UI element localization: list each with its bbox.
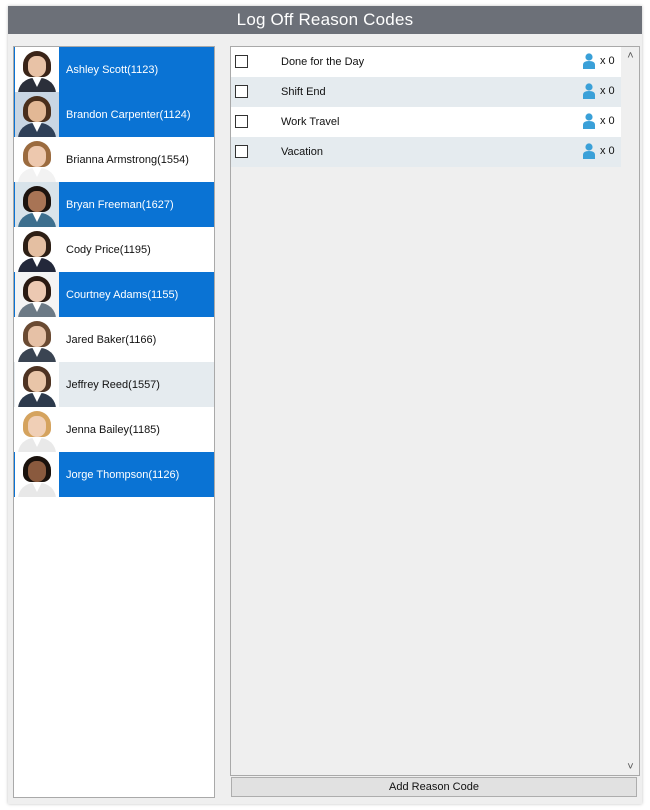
user-avatar (15, 362, 59, 407)
user-name: Bryan Freeman(1627) (66, 198, 174, 211)
reason-code-count: x 0 (600, 55, 615, 67)
user-avatar (15, 317, 59, 362)
user-name: Brianna Armstrong(1554) (66, 153, 189, 166)
user-name: Jenna Bailey(1185) (66, 423, 160, 436)
user-name: Jared Baker(1166) (66, 333, 157, 346)
person-icon (583, 53, 595, 69)
user-avatar (15, 92, 59, 137)
reason-code-count: x 0 (600, 115, 615, 127)
log-off-reason-codes-window: Log Off Reason Codes Ashley Scott(1123) B… (8, 6, 642, 804)
vertical-scrollbar[interactable]: ˄ ˅ (622, 47, 639, 775)
user-avatar (15, 47, 59, 92)
reason-code-label: Vacation (281, 146, 323, 158)
reason-code-row[interactable]: Vacation x 0 (231, 137, 621, 167)
user-avatar (15, 137, 59, 182)
reason-code-row[interactable]: Work Travel x 0 (231, 107, 621, 137)
user-list-item[interactable]: Jeffrey Reed(1557) (14, 362, 214, 407)
reason-code-list[interactable]: ˄ ˅ Done for the Day x 0 Shift End x 0 Work … (230, 46, 640, 776)
user-list-item[interactable]: Jorge Thompson(1126) (14, 452, 214, 497)
reason-code-checkbox[interactable] (235, 85, 248, 98)
reason-code-checkbox[interactable] (235, 145, 248, 158)
reason-code-count: x 0 (600, 145, 615, 157)
user-name: Jeffrey Reed(1557) (66, 378, 160, 391)
user-list-item[interactable]: Brandon Carpenter(1124) (14, 92, 214, 137)
user-name: Cody Price(1195) (66, 243, 151, 256)
user-avatar (15, 407, 59, 452)
user-list-item[interactable]: Courtney Adams(1155) (14, 272, 214, 317)
user-list-item[interactable]: Jenna Bailey(1185) (14, 407, 214, 452)
reason-code-checkbox[interactable] (235, 115, 248, 128)
add-reason-code-button[interactable]: Add Reason Code (231, 777, 637, 797)
scroll-down-icon[interactable]: ˅ (622, 758, 639, 775)
user-name: Courtney Adams(1155) (66, 288, 179, 301)
user-avatar (15, 452, 59, 497)
user-name: Jorge Thompson(1126) (66, 468, 180, 481)
window-title: Log Off Reason Codes (8, 6, 642, 34)
user-name: Brandon Carpenter(1124) (66, 108, 191, 121)
user-list-item[interactable]: Brianna Armstrong(1554) (14, 137, 214, 182)
reason-code-checkbox[interactable] (235, 55, 248, 68)
reason-code-label: Work Travel (281, 116, 340, 128)
reason-code-row[interactable]: Done for the Day x 0 (231, 47, 621, 77)
person-icon (583, 83, 595, 99)
user-list-item[interactable]: Jared Baker(1166) (14, 317, 214, 362)
person-icon (583, 113, 595, 129)
person-icon (583, 143, 595, 159)
reason-code-row[interactable]: Shift End x 0 (231, 77, 621, 107)
user-list-item[interactable]: Cody Price(1195) (14, 227, 214, 272)
user-list-item[interactable]: Bryan Freeman(1627) (14, 182, 214, 227)
reason-code-label: Shift End (281, 86, 326, 98)
user-list-item[interactable]: Ashley Scott(1123) (14, 47, 214, 92)
reason-code-count: x 0 (600, 85, 615, 97)
reason-code-label: Done for the Day (281, 56, 365, 68)
user-avatar (15, 227, 59, 272)
user-name: Ashley Scott(1123) (66, 63, 159, 76)
scroll-up-icon[interactable]: ˄ (622, 47, 639, 64)
user-avatar (15, 272, 59, 317)
user-avatar (15, 182, 59, 227)
user-list[interactable]: Ashley Scott(1123) Brandon Carpenter(1124… (13, 46, 215, 798)
